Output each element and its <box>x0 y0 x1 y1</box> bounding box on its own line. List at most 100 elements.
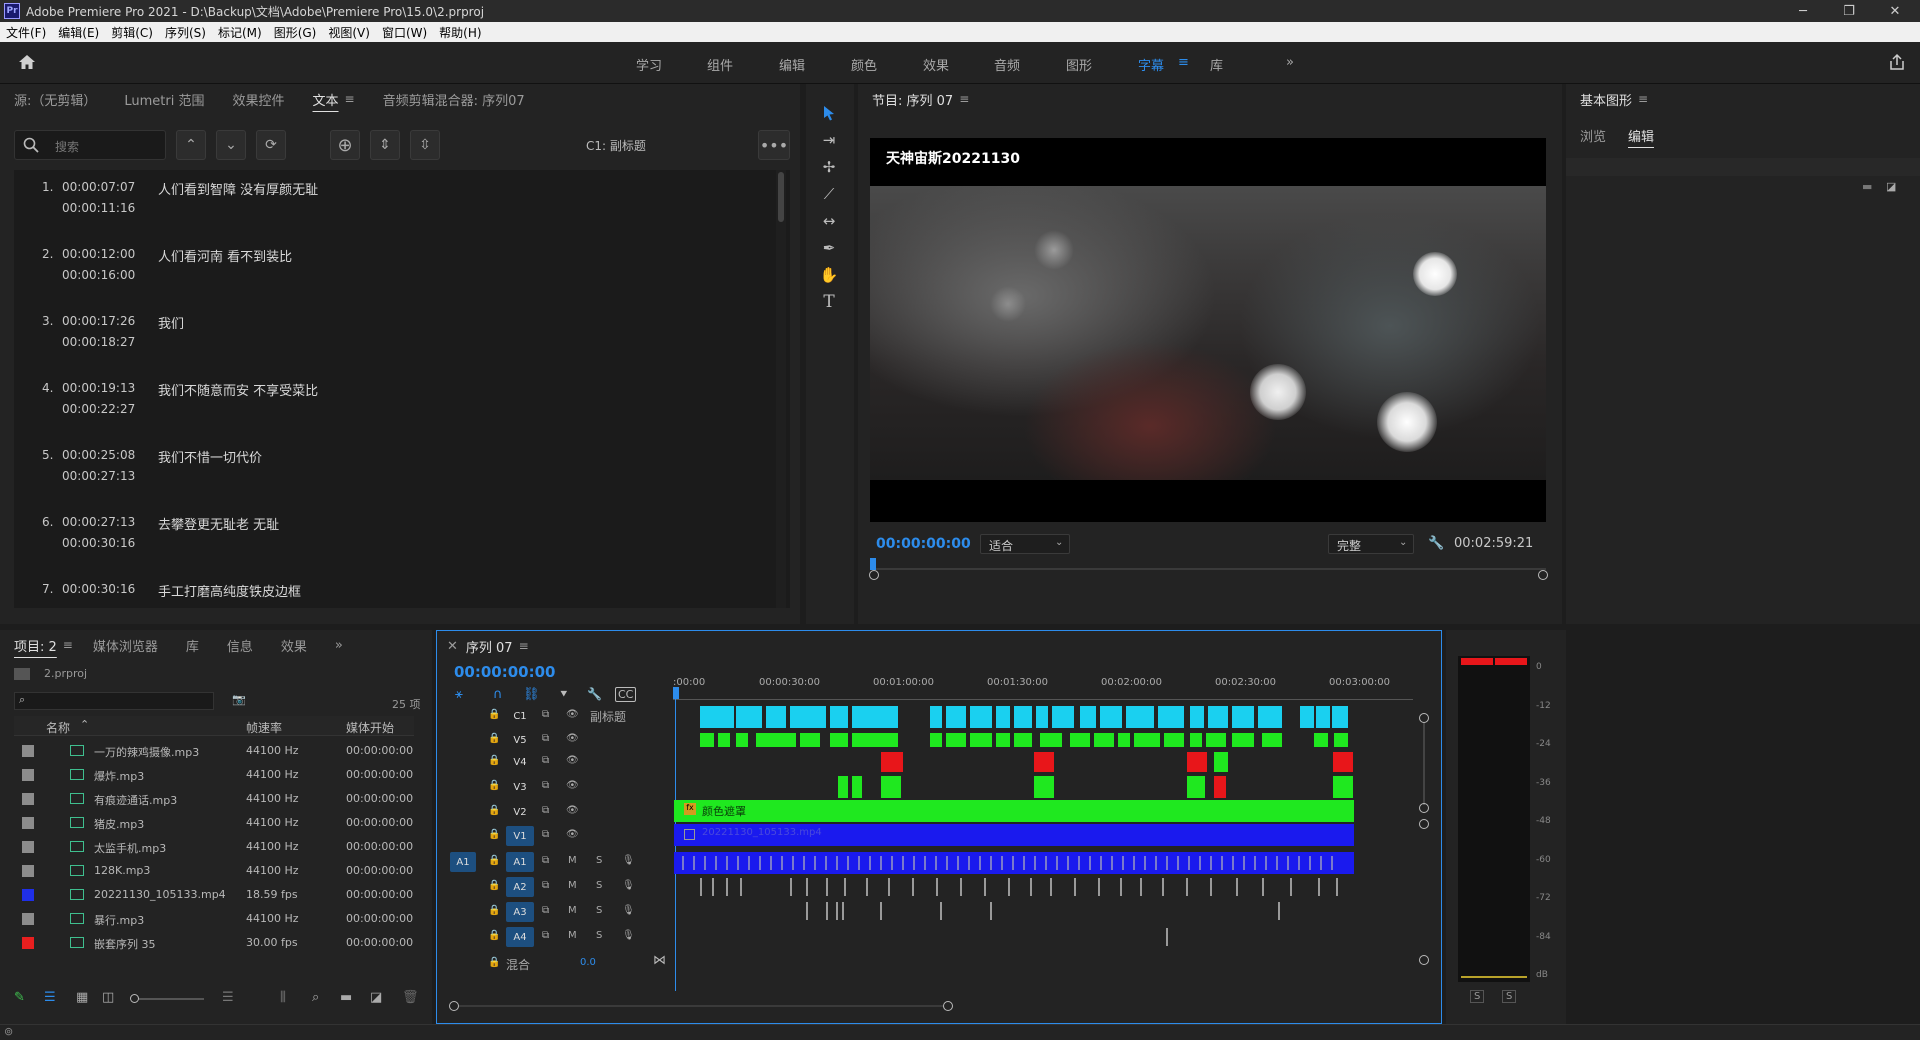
caption-in-time[interactable]: 00:00:25:08 <box>62 448 135 462</box>
zoom-handle-right[interactable] <box>1538 570 1548 580</box>
project-menu-icon[interactable]: ≡ <box>63 638 73 652</box>
wrench-icon[interactable]: 🔧 <box>1428 536 1444 551</box>
track-header-a3[interactable]: 🔒 A3 ⧉ M S 🎙 <box>450 900 672 924</box>
caption-in-time[interactable]: 00:00:19:13 <box>62 381 135 395</box>
caption-text[interactable]: 我们 <box>158 313 184 332</box>
lock-icon[interactable]: 🔒 <box>488 805 500 816</box>
menu-file[interactable]: 文件(F) <box>0 24 52 41</box>
track-target-v4[interactable]: V4 <box>506 752 534 772</box>
quality-dropdown[interactable]: 完整 ⌄ <box>1328 534 1414 554</box>
tab-project[interactable]: 项目: 2 <box>0 636 59 655</box>
workspace-captions[interactable]: 字幕 <box>1138 55 1164 74</box>
solo-left-button[interactable]: S <box>1470 990 1485 1003</box>
source-patch-a1[interactable]: A1 <box>450 852 476 872</box>
track-header-a1[interactable]: A1 🔒 A1 ⧉ M S 🎙 <box>450 850 672 874</box>
lock-icon[interactable]: 🔒 <box>488 880 500 891</box>
label-color-swatch[interactable] <box>22 745 34 757</box>
menu-window[interactable]: 窗口(W) <box>376 24 433 41</box>
zoom-slider-thumb[interactable] <box>130 994 139 1003</box>
caption-text[interactable]: 我们不惜一切代价 <box>158 447 262 466</box>
zoom-slider[interactable] <box>130 994 204 1003</box>
caption-out-time[interactable]: 00:00:16:00 <box>62 268 135 282</box>
track-target-v2[interactable]: V2 <box>506 802 534 822</box>
workspace-learn[interactable]: 学习 <box>636 55 662 74</box>
caption-item[interactable]: 3. 00:00:17:26 00:00:18:27 我们 <box>42 304 790 371</box>
track-header-v4[interactable]: 🔒 V4 ⧉ 👁 <box>450 750 672 774</box>
lock-icon[interactable]: 🔒 <box>488 780 500 791</box>
project-row[interactable]: 128K.mp3 44100 Hz 00:00:00:00 <box>14 858 414 882</box>
caption-text[interactable]: 人们看到智障 没有厚颜无耻 <box>158 179 318 198</box>
project-row[interactable]: 一万的辣鸡摄像.mp3 44100 Hz 00:00:00:00 <box>14 738 414 762</box>
workspace-graphics[interactable]: 图形 <box>1066 55 1092 74</box>
tab-effects[interactable]: 效果 <box>267 636 321 655</box>
graphics-menu-icon[interactable]: ≡ <box>1638 92 1648 106</box>
audio-scroll-handle-bottom[interactable] <box>1419 955 1429 965</box>
label-color-swatch[interactable] <box>22 793 34 805</box>
more-panels-icon[interactable]: » <box>321 638 357 653</box>
clip-indicator-right[interactable] <box>1495 658 1527 665</box>
caption-in-time[interactable]: 00:00:27:13 <box>62 515 135 529</box>
project-row[interactable]: 猪皮.mp3 44100 Hz 00:00:00:00 <box>14 810 414 834</box>
playhead-marker[interactable] <box>870 558 876 570</box>
project-search-input[interactable]: ⌕ <box>14 692 214 710</box>
close-icon[interactable]: ✕ <box>1872 0 1918 22</box>
list-view-icon[interactable]: ☰ <box>44 990 56 1005</box>
ripple-edit-tool-icon[interactable]: ✢ <box>818 156 840 178</box>
timeline-playhead[interactable] <box>673 687 679 699</box>
icon-view-icon[interactable]: ▦ <box>76 990 88 1005</box>
lock-icon[interactable]: 🔒 <box>488 733 500 744</box>
track-target-a2[interactable]: A2 <box>506 877 534 897</box>
eye-icon[interactable]: 👁 <box>566 805 579 816</box>
track-header-v1[interactable]: 🔒 V1 ⧉ 👁 <box>450 824 672 848</box>
caption-out-time[interactable]: 00:00:18:27 <box>62 335 135 349</box>
menu-clip[interactable]: 剪辑(C) <box>105 24 159 41</box>
workspace-editing[interactable]: 编辑 <box>779 55 805 74</box>
sync-lock-icon[interactable]: ⧉ <box>542 709 549 720</box>
zoom-left-handle[interactable] <box>449 1001 459 1011</box>
project-row[interactable]: 20221130_105133.mp4 18.59 fps 00:00:00:00 <box>14 882 414 906</box>
voice-over-icon[interactable]: 🎙 <box>622 855 635 866</box>
hand-tool-icon[interactable]: ✋ <box>818 264 840 286</box>
caption-out-time[interactable]: 00:00:11:16 <box>62 201 135 215</box>
fit-dropdown[interactable]: 适合 ⌄ <box>980 534 1070 554</box>
lock-icon[interactable]: 🔒 <box>488 905 500 916</box>
timeline-zoom-bar[interactable] <box>449 999 1411 1013</box>
linked-selection-icon[interactable]: ⛓ <box>523 687 540 702</box>
sync-lock-icon[interactable]: ⧉ <box>542 930 549 941</box>
minimize-icon[interactable]: ─ <box>1780 0 1826 22</box>
scroll-handle-bottom[interactable] <box>1419 803 1429 813</box>
mute-button[interactable]: M <box>568 930 577 941</box>
caption-item[interactable]: 4. 00:00:19:13 00:00:22:27 我们不随意而安 不享受菜比 <box>42 371 790 438</box>
label-color-swatch[interactable] <box>22 769 34 781</box>
slip-tool-icon[interactable]: ↔ <box>818 210 840 232</box>
lock-icon[interactable]: 🔒 <box>488 855 500 866</box>
lock-icon[interactable]: 🔒 <box>488 755 500 766</box>
caption-out-time[interactable]: 00:00:22:27 <box>62 402 135 416</box>
caption-text[interactable]: 去攀登更无耻老 无耻 <box>158 514 279 533</box>
sort-ascending-icon[interactable]: ⌃ <box>80 718 89 731</box>
scroll-handle-top[interactable] <box>1419 713 1429 723</box>
audio-scroll-handle-top[interactable] <box>1419 819 1429 829</box>
sort-icons-icon[interactable]: ☰ <box>222 990 234 1005</box>
column-frame-rate[interactable]: 帧速率 <box>246 719 282 736</box>
menu-help[interactable]: 帮助(H) <box>433 24 487 41</box>
automate-icon[interactable]: ⫼ <box>280 990 286 1005</box>
caption-in-time[interactable]: 00:00:07:07 <box>62 180 135 194</box>
split-caption-icon[interactable]: ⇕ <box>370 130 400 160</box>
eye-icon[interactable]: 👁 <box>566 709 579 720</box>
program-scrubber[interactable] <box>869 558 1550 582</box>
label-color-swatch[interactable] <box>22 841 34 853</box>
lock-icon[interactable]: 🔒 <box>488 930 500 941</box>
caption-in-time[interactable]: 00:00:30:16 <box>62 582 135 596</box>
time-ruler[interactable]: :00:00 00:00:30:00 00:01:00:00 00:01:30:00 0… <box>673 671 1413 703</box>
label-color-swatch[interactable] <box>22 817 34 829</box>
add-caption-button[interactable]: ⊕ <box>330 130 360 160</box>
track-target-v1[interactable]: V1 <box>506 826 534 846</box>
tab-effect-controls[interactable]: 效果控件 <box>219 90 299 109</box>
next-result-button[interactable]: ⌄ <box>216 130 246 160</box>
track-select-tool-icon[interactable]: ⇥ <box>818 129 840 151</box>
selection-tool-icon[interactable] <box>818 102 840 124</box>
tab-audio-clip-mixer[interactable]: 音频剪辑混合器: 序列07 <box>369 90 539 109</box>
label-color-swatch[interactable] <box>22 889 34 901</box>
sync-lock-icon[interactable]: ⧉ <box>542 855 549 866</box>
